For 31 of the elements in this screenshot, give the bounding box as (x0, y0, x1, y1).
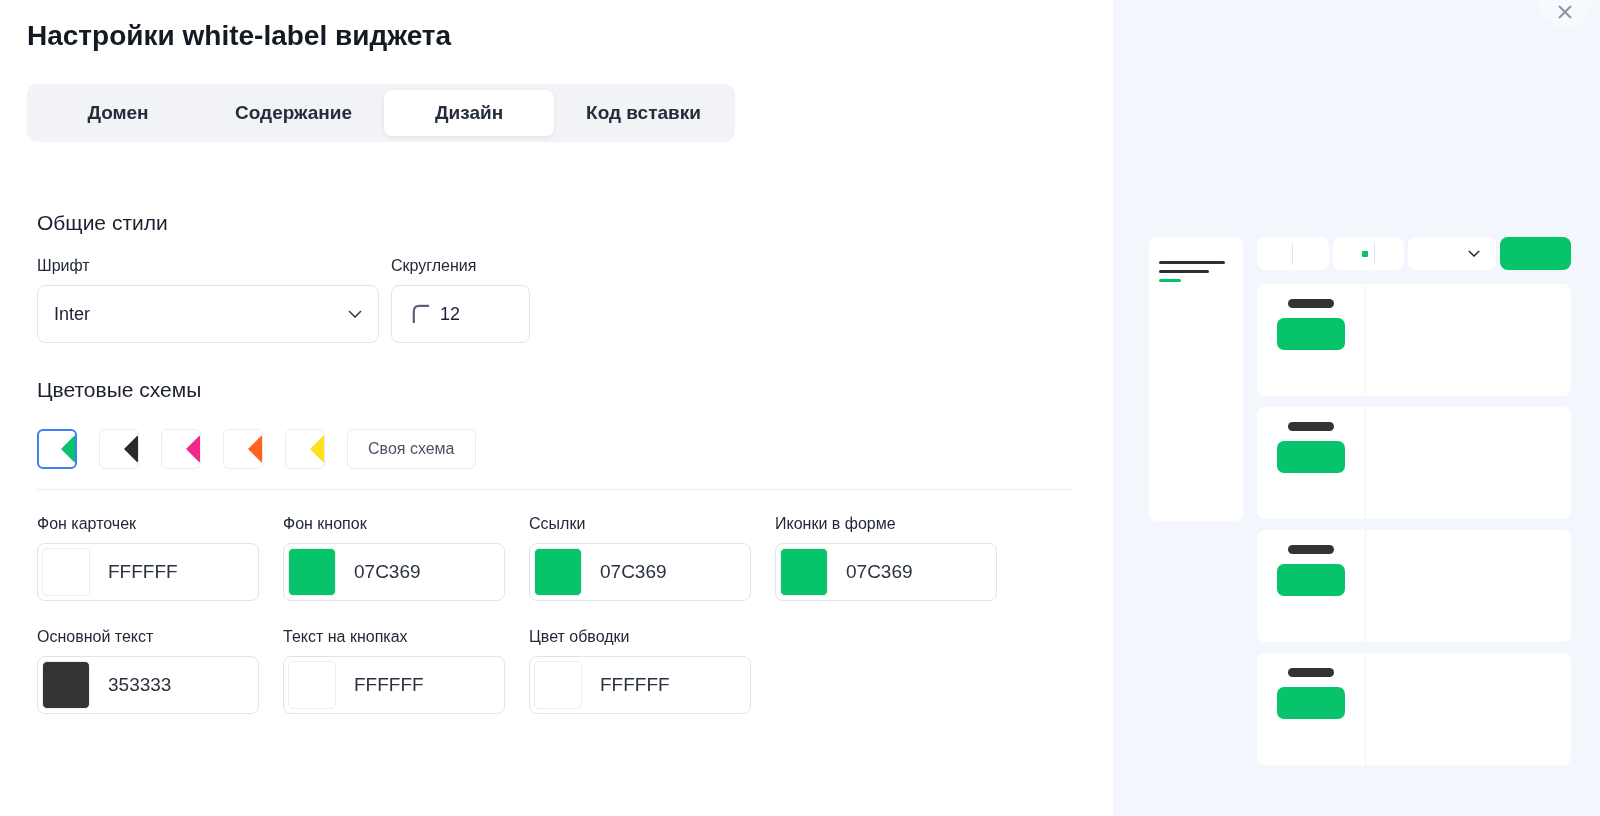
field-label: Текст на кнопках (283, 627, 409, 647)
color-field[interactable]: 07C369 (775, 543, 997, 601)
tab[interactable]: Код вставки (558, 90, 729, 136)
color-field[interactable]: 07C369 (529, 543, 751, 601)
field-label: Цвет обводки (529, 627, 631, 647)
color-field[interactable]: 353333 (37, 656, 259, 714)
page-title: Настройки white-label виджета (27, 20, 453, 52)
color-field[interactable]: FFFFFF (37, 543, 259, 601)
tab[interactable]: Дизайн (384, 90, 555, 136)
field-label: Иконки в форме (775, 514, 897, 534)
close-icon (1557, 4, 1573, 20)
rounding-field[interactable]: 12 (391, 285, 530, 343)
tab[interactable]: Содержание (207, 90, 381, 136)
field-label: Фон кнопок (283, 514, 368, 534)
field-label: Шрифт (37, 256, 91, 276)
color-field[interactable]: FFFFFF (283, 656, 505, 714)
font-select[interactable]: Inter (37, 285, 379, 343)
corner-radius-icon (412, 304, 430, 324)
section-heading: Цветовые схемы (37, 377, 203, 403)
field-label: Скругления (391, 256, 478, 276)
chevron-down-icon (1467, 250, 1480, 257)
field-label: Фон карточек (37, 514, 138, 534)
color-field[interactable]: 07C369 (283, 543, 505, 601)
color-scheme-swatch[interactable] (37, 429, 77, 469)
field-label: Основной текст (37, 627, 155, 647)
section-heading: Общие стили (37, 210, 169, 236)
chevron-down-icon (348, 310, 362, 318)
custom-scheme-button[interactable]: Своя схема (347, 429, 476, 469)
field-label: Ссылки (529, 514, 587, 534)
tab[interactable]: Домен (33, 90, 203, 136)
color-field[interactable]: FFFFFF (529, 656, 751, 714)
